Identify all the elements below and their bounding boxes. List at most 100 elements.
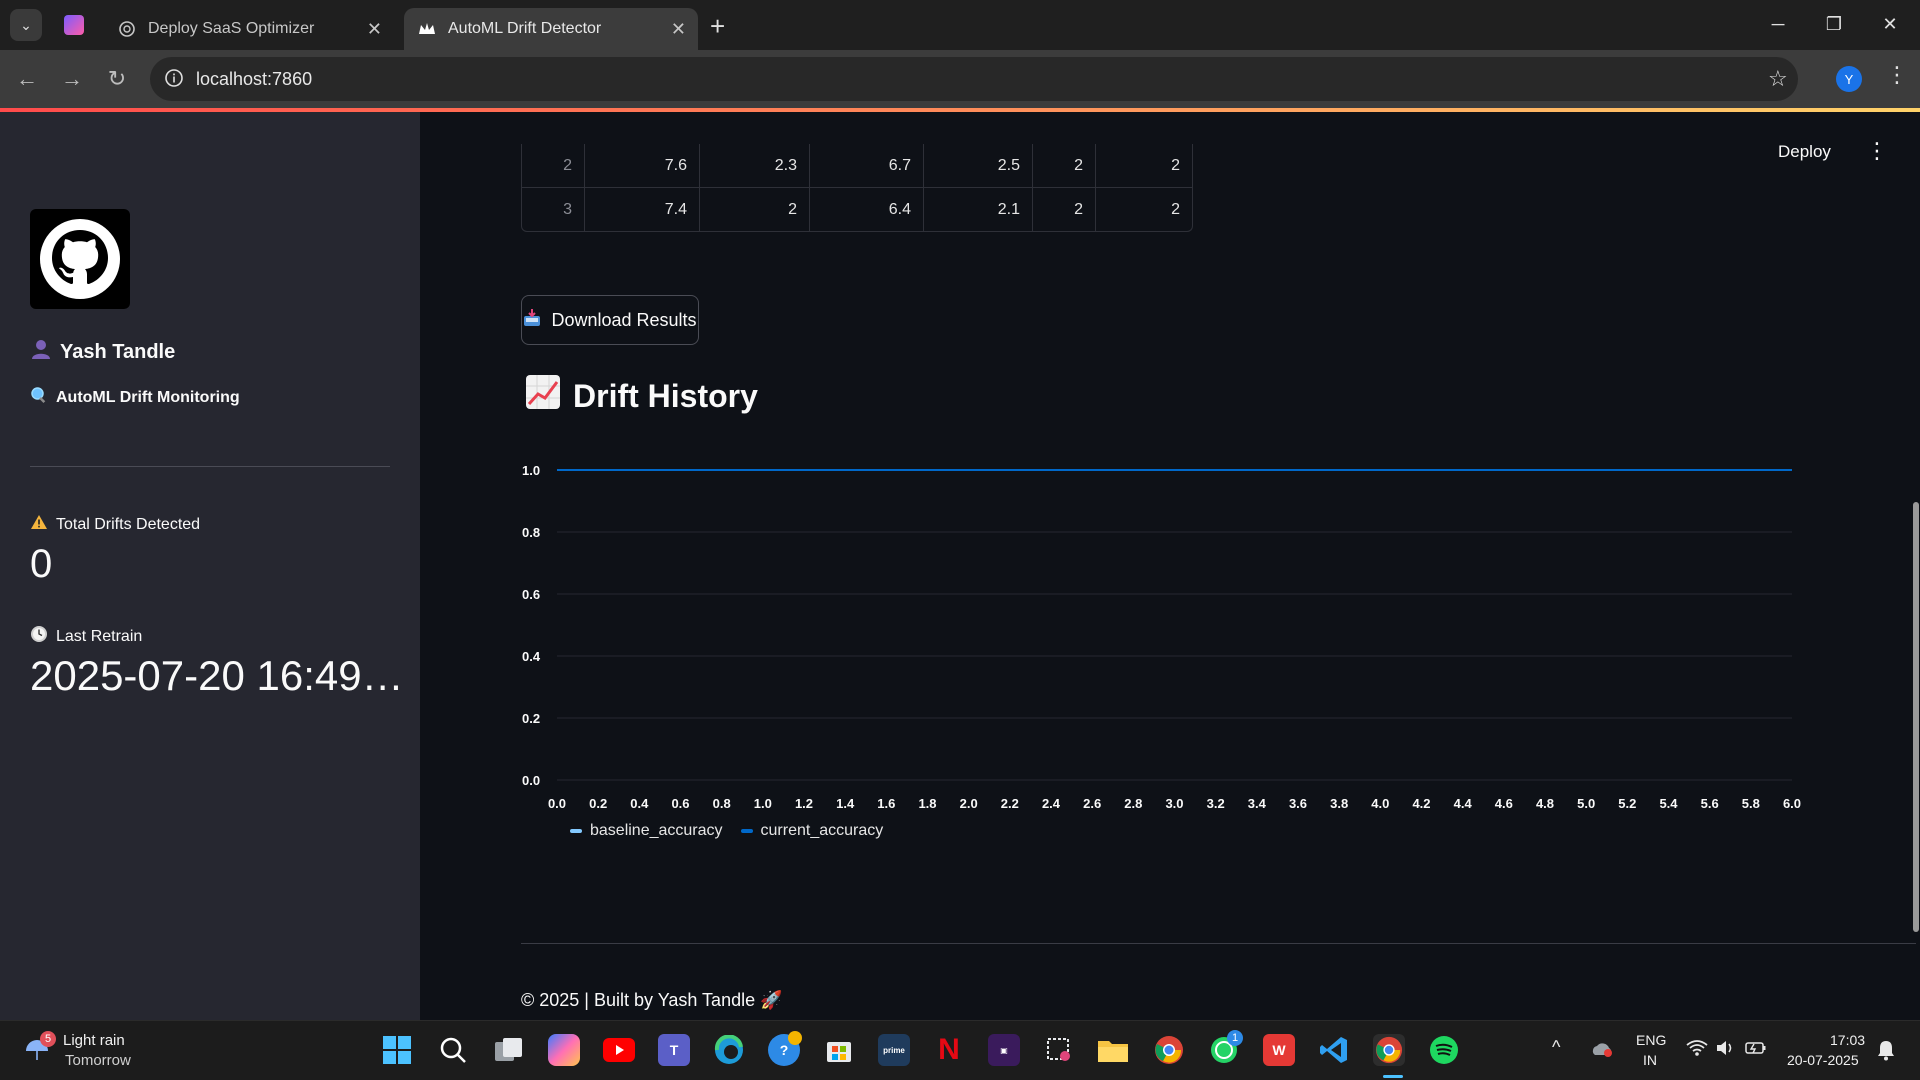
weather-badge: 5 (40, 1031, 56, 1047)
tab-deploy-saas-optimizer[interactable]: Deploy SaaS Optimizer ✕ (104, 8, 394, 50)
onedrive-icon[interactable] (1590, 1041, 1614, 1062)
x-tick-label: 1.2 (795, 796, 813, 811)
x-tick-label: 1.0 (754, 796, 772, 811)
user-icon (30, 338, 52, 366)
wps-office-icon[interactable]: W (1263, 1034, 1295, 1066)
file-explorer-icon[interactable] (1097, 1034, 1129, 1066)
x-tick-label: 2.2 (1001, 796, 1019, 811)
x-tick-label: 3.2 (1207, 796, 1225, 811)
x-tick-label: 0.2 (589, 796, 607, 811)
chrome-icon[interactable] (1153, 1034, 1185, 1066)
spotify-icon[interactable] (1428, 1034, 1460, 1066)
table-cell: 6.7 (810, 144, 924, 188)
table-cell: 2 (1171, 201, 1180, 218)
x-tick-label: 6.0 (1783, 796, 1801, 811)
task-view-icon[interactable] (493, 1034, 525, 1066)
y-tick-label: 0.6 (522, 587, 540, 602)
netflix-icon[interactable]: N (933, 1033, 965, 1066)
chrome-active-icon[interactable] (1373, 1034, 1405, 1066)
arrow-left-icon: ← (16, 66, 38, 91)
tab-group-icon[interactable] (64, 15, 84, 35)
browser-menu-icon[interactable]: ⋮ (1886, 62, 1908, 88)
footer-divider (521, 943, 1916, 944)
y-tick-label: 0.2 (522, 711, 540, 726)
table-cell: 6.4 (810, 188, 924, 232)
minimize-button[interactable]: ─ (1750, 0, 1806, 48)
search-icon[interactable] (437, 1034, 469, 1066)
show-hidden-icons[interactable]: ^ (1552, 1037, 1560, 1058)
results-table[interactable]: 2 7.6 2.3 6.7 2.5 2 2 3 7.4 2 6.4 2.1 2 … (521, 144, 1193, 232)
forward-button[interactable]: → (55, 62, 89, 96)
drifts-metric-value: 0 (30, 542, 53, 586)
notification-bell-icon[interactable] (1876, 1039, 1896, 1066)
footer-text: © 2025 | Built by Yash Tandle 🚀 (521, 990, 783, 1010)
bookmark-star-icon[interactable]: ☆ (1768, 66, 1788, 92)
copilot-icon[interactable] (548, 1034, 580, 1066)
legend-swatch (570, 829, 582, 833)
warning-icon (30, 514, 48, 535)
magnifier-icon (30, 386, 48, 409)
close-window-button[interactable]: ✕ (1862, 0, 1918, 48)
windows-start-icon[interactable] (381, 1034, 413, 1066)
language-top[interactable]: ENG (1636, 1032, 1666, 1048)
back-button[interactable]: ← (10, 62, 44, 96)
clock-time[interactable]: 17:03 (1830, 1032, 1865, 1048)
x-tick-label: 5.0 (1577, 796, 1595, 811)
wifi-icon[interactable] (1686, 1039, 1708, 1062)
x-tick-label: 2.8 (1124, 796, 1142, 811)
sidebar: Yash Tandle AutoML Drift Monitoring Tota… (0, 112, 420, 1020)
tab-automl-drift-detector[interactable]: AutoML Drift Detector ✕ (404, 8, 698, 50)
vscode-icon[interactable] (1318, 1034, 1350, 1066)
app-icon-purple[interactable]: ▣ (988, 1034, 1020, 1066)
address-bar[interactable]: localhost:7860 ☆ (150, 57, 1798, 101)
clock-icon (30, 625, 48, 648)
row-index: 3 (522, 188, 585, 232)
snipping-tool-icon[interactable] (1043, 1034, 1075, 1066)
new-tab-button[interactable]: + (710, 11, 725, 42)
close-icon[interactable]: ✕ (671, 19, 686, 40)
weather-subtitle: Tomorrow (65, 1052, 131, 1069)
x-tick-label: 5.6 (1701, 796, 1719, 811)
x-tick-label: 0.8 (713, 796, 731, 811)
teams-icon[interactable]: T (658, 1034, 690, 1066)
youtube-icon[interactable] (603, 1034, 635, 1066)
inbox-tray-icon (523, 308, 541, 332)
download-results-button[interactable]: Download Results (521, 295, 699, 345)
reload-button[interactable]: ↻ (100, 62, 134, 96)
tab-search-button[interactable]: ⌄ (10, 9, 42, 41)
table-cell: 2 (1033, 144, 1096, 188)
legend-item-current[interactable]: current_accuracy (740, 822, 883, 840)
battery-icon[interactable] (1745, 1040, 1767, 1061)
scrollbar[interactable] (1913, 502, 1919, 932)
browser-tab-bar: ⌄ Deploy SaaS Optimizer ✕ AutoML Drift D… (0, 0, 1920, 50)
prime-video-icon[interactable]: prime (878, 1034, 910, 1066)
restore-button[interactable]: ❐ (1806, 0, 1862, 48)
chevron-down-icon: ⌄ (20, 16, 32, 33)
x-tick-label: 1.8 (918, 796, 936, 811)
github-logo (30, 209, 130, 309)
drift-history-chart[interactable]: 0.0 0.2 0.4 0.6 0.8 1.0 0.0 0.2 0.4 0.6 0.8 1.0 1.2 1… (520, 422, 1920, 822)
retrain-metric-value: 2025-07-20 16:49… (30, 652, 404, 699)
x-tick-label: 5.4 (1659, 796, 1678, 811)
x-tick-label: 3.4 (1248, 796, 1267, 811)
edge-icon[interactable] (713, 1034, 745, 1066)
whatsapp-badge: 1 (1227, 1030, 1243, 1046)
sidebar-subtitle: AutoML Drift Monitoring (30, 386, 240, 409)
main-menu-icon[interactable]: ⋮ (1866, 138, 1888, 164)
deploy-button[interactable]: Deploy (1778, 142, 1831, 162)
weather-title[interactable]: Light rain (63, 1032, 125, 1049)
drifts-metric-label: Total Drifts Detected (30, 514, 200, 535)
legend-item-baseline[interactable]: baseline_accuracy (570, 822, 723, 840)
arrow-right-icon: → (61, 66, 83, 91)
profile-avatar[interactable]: Y (1836, 66, 1862, 92)
x-tick-label: 1.4 (836, 796, 855, 811)
chart-legend: baseline_accuracy current_accuracy (570, 822, 883, 840)
close-icon[interactable]: ✕ (367, 19, 382, 40)
volume-icon[interactable] (1716, 1039, 1736, 1062)
streamlit-crown-icon (418, 20, 436, 38)
x-tick-label: 2.4 (1042, 796, 1061, 811)
x-tick-label: 0.4 (630, 796, 649, 811)
info-icon[interactable] (164, 68, 184, 93)
microsoft-store-icon[interactable] (823, 1034, 855, 1066)
x-tick-label: 1.6 (877, 796, 895, 811)
